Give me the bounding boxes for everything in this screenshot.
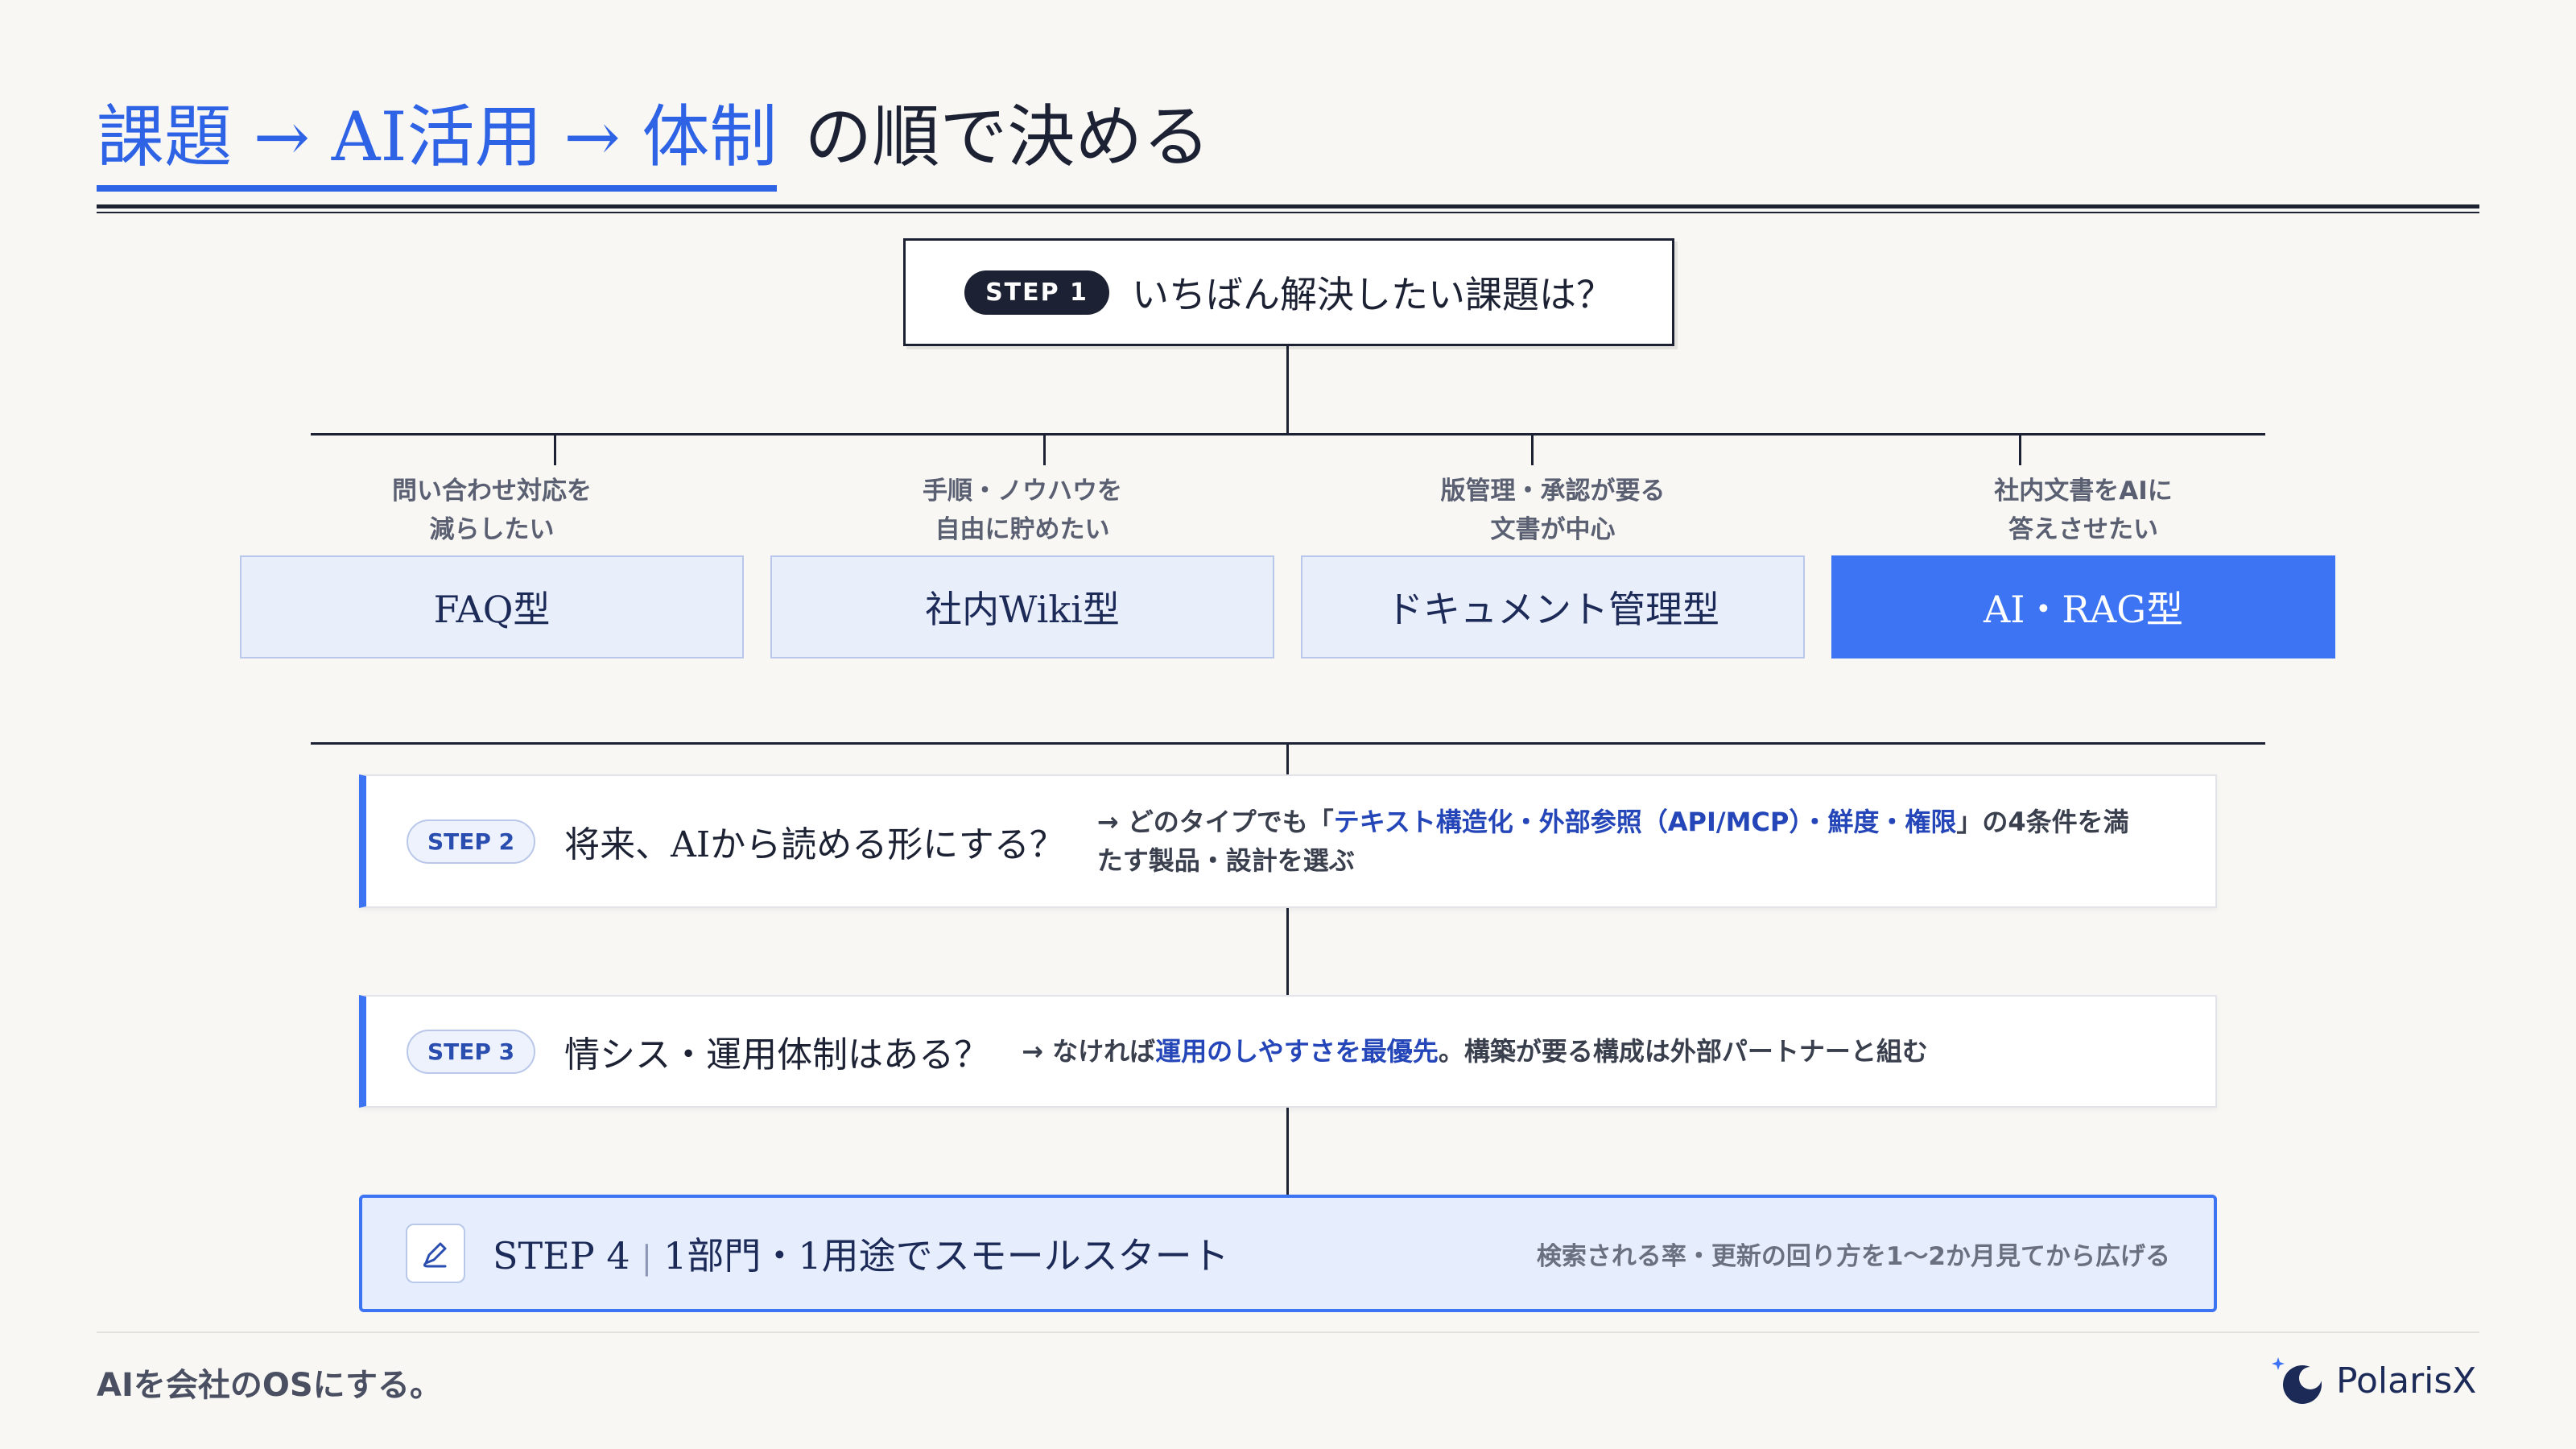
connector-to-step4: [1286, 1106, 1289, 1195]
step1-box: STEP 1 いちばん解決したい課題は？: [903, 238, 1674, 346]
connector-step1-down: [1286, 346, 1289, 435]
step3-question: 情シス・運用体制はある？: [564, 1034, 990, 1075]
step2-question: 将来、AIから読める形にする？: [564, 824, 1065, 865]
category-faq[interactable]: FAQ型: [240, 555, 744, 658]
step4-note: 検索される率・更新の回り方を1〜2か月見てから広げる: [1536, 1241, 2170, 1271]
footer-divider: [97, 1331, 2479, 1333]
connector-cat2: [1043, 435, 1046, 465]
title-highlight: 課題 → AI活用 → 体制: [97, 83, 778, 192]
title-rest: の順で決める: [804, 97, 1211, 176]
connector-to-step3: [1286, 906, 1289, 995]
connector-cat3: [1531, 435, 1534, 465]
step2-row: STEP 2 将来、AIから読める形にする？ → どのタイプでも「テキスト構造化…: [359, 774, 2217, 908]
step4-box: STEP 4 | 1部門・1用途でスモールスタート 検索される率・更新の回り方を1〜…: [359, 1195, 2217, 1312]
step3-answer: → なければ運用のしやすさを最優先。構築が要る構成は外部パートナーと組む: [1022, 1036, 1928, 1067]
page-title: 課題 → AI活用 → 体制 の順で決める: [97, 80, 1210, 193]
step3-badge: STEP 3: [407, 1029, 536, 1074]
title-rule: [97, 204, 2479, 208]
category-wiki[interactable]: 社内Wiki型: [770, 555, 1274, 658]
brand-logo: PolarisX: [2272, 1352, 2476, 1409]
pen-icon: [406, 1224, 465, 1283]
step2-answer-highlight: テキスト構造化・外部参照（API/MCP）・鮮度・権限: [1333, 807, 1957, 837]
step4-label: STEP 4 | 1部門・1用途でスモールスタート: [493, 1234, 1229, 1278]
step2-answer: → どのタイプでも「テキスト構造化・外部参照（API/MCP）・鮮度・権限」の4…: [1096, 807, 2129, 876]
connector-horizontal-top: [311, 433, 2265, 436]
polaris-logo-icon: [2272, 1357, 2322, 1404]
connector-cat4: [2019, 435, 2021, 465]
step1-badge: STEP 1: [964, 270, 1109, 315]
step3-row: STEP 3 情シス・運用体制はある？ → なければ運用のしやすさを最優先。構築…: [359, 995, 2217, 1108]
step1-question: いちばん解決したい課題は？: [1131, 273, 1613, 316]
category-desc-faq: 問い合わせ対応を 減らしたい: [392, 477, 592, 544]
title-rule-thin: [97, 212, 2479, 213]
category-desc-docmgmt: 版管理・承認が要る 文書が中心: [1440, 477, 1666, 544]
category-desc-wiki: 手順・ノウハウを 自由に貯めたい: [923, 477, 1122, 544]
brand-name: PolarisX: [2336, 1360, 2477, 1402]
category-desc-rag: 社内文書をAIに 答えさせたい: [1994, 477, 2173, 544]
step2-badge: STEP 2: [407, 819, 536, 864]
connector-cat1: [554, 435, 556, 465]
connector-to-step2: [1286, 744, 1289, 776]
category-docmgmt[interactable]: ドキュメント管理型: [1301, 555, 1805, 658]
footer-tagline: AIを会社のOSにする。: [97, 1367, 443, 1404]
step3-answer-highlight: 運用のしやすさを最優先: [1155, 1036, 1439, 1067]
category-rag[interactable]: AI・RAG型: [1831, 555, 2335, 658]
